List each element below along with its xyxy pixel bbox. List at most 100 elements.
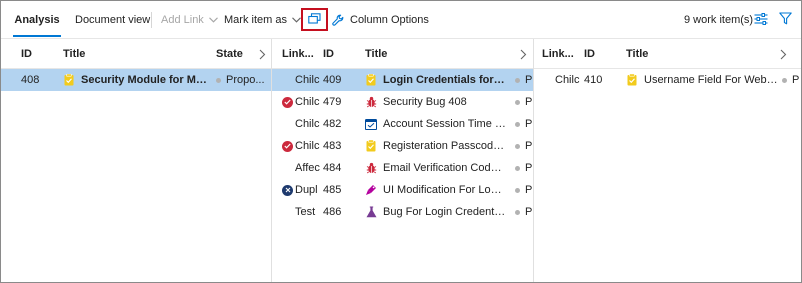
link-type-text: Test — [295, 206, 316, 218]
link-type: Chilc — [282, 69, 322, 91]
state-dot — [515, 209, 520, 215]
work-item-title[interactable]: Email Verification Code Mo... — [365, 157, 507, 179]
work-item-title[interactable]: Security Bug 408 — [365, 91, 507, 113]
parent-items-pane: ID Title State 408 Security Module for M… — [1, 39, 272, 282]
work-item-title[interactable]: Username Field For Website... — [626, 69, 778, 91]
red-check-icon — [282, 140, 293, 152]
column-header-id[interactable]: ID — [323, 39, 353, 69]
link-type: Chilc — [555, 74, 580, 86]
blue-x-icon — [282, 184, 293, 196]
badge-spacer — [282, 119, 293, 130]
pane-header: Link... ID Title — [534, 39, 801, 69]
table-row[interactable]: Test 486 Bug For Login Credentials Pr — [272, 201, 533, 223]
view-settings-button[interactable] — [753, 12, 769, 28]
bug-icon — [365, 162, 377, 174]
link-type-text: Dupl — [295, 184, 318, 196]
work-item-title-text: Login Credentials for Web... — [383, 74, 507, 86]
tab-document-view[interactable]: Document view — [75, 1, 150, 39]
state-dot — [515, 99, 520, 105]
active-tab-indicator — [13, 35, 61, 37]
state-dot — [216, 77, 221, 83]
work-item-state: P — [782, 69, 801, 91]
column-header-title[interactable]: Title — [63, 39, 183, 69]
work-item-state: Pr — [515, 201, 533, 223]
pane-header: ID Title State — [1, 39, 271, 69]
column-header-state[interactable]: State — [216, 39, 256, 69]
child-items-pane: Link... ID Title Chilc 410 Username Fiel… — [534, 39, 801, 282]
requirement-icon — [365, 140, 377, 152]
work-item-title-text: Security Module for MR4D... — [81, 74, 209, 86]
table-row[interactable]: Chilc 483 Registeration Passcode Mo... P… — [272, 135, 533, 157]
work-item-id: 482 — [323, 118, 342, 130]
link-type: Chilc — [282, 135, 322, 157]
table-row[interactable]: Chilc 479 Security Bug 408 Pr — [272, 91, 533, 113]
work-item-title[interactable]: UI Modification For Login P... — [365, 179, 507, 201]
tab-analysis-label: Analysis — [14, 14, 60, 26]
work-item-count: 9 work item(s) — [684, 1, 753, 39]
open-in-new-window-button[interactable] — [301, 8, 328, 31]
work-item-title[interactable]: Account Session Time Out — [365, 113, 507, 135]
chevron-down-icon — [208, 14, 218, 26]
work-item-id: 486 — [323, 206, 342, 218]
tab-document-view-label: Document view — [75, 14, 151, 26]
chevron-right-icon[interactable] — [257, 47, 267, 61]
work-item-state-text: P — [792, 74, 800, 86]
state-dot — [782, 77, 787, 83]
work-item-id: 485 — [323, 184, 342, 196]
column-header-title[interactable]: Title — [365, 39, 485, 69]
test-flask-icon — [365, 206, 377, 218]
work-item-title[interactable]: Registeration Passcode Mo... — [365, 135, 507, 157]
mark-item-as-button[interactable]: Mark item as — [224, 1, 301, 39]
table-row[interactable]: Chilc 410 Username Field For Website... … — [534, 69, 801, 91]
work-item-state-text: Pr — [525, 140, 533, 152]
chevron-down-icon — [292, 14, 301, 26]
chevron-right-icon[interactable] — [778, 47, 788, 61]
chevron-right-icon[interactable] — [518, 47, 528, 61]
state-dot — [515, 121, 520, 127]
column-header-link-type[interactable]: Link... — [282, 39, 316, 69]
work-item-title[interactable]: Bug For Login Credentials — [365, 201, 507, 223]
badge-spacer — [282, 163, 293, 174]
state-dot — [515, 143, 520, 149]
column-header-id[interactable]: ID — [21, 39, 51, 69]
work-item-state-text: Pr — [525, 184, 533, 196]
pane-header: Link... ID Title — [272, 39, 533, 69]
column-header-title[interactable]: Title — [626, 39, 746, 69]
link-type: Test — [282, 201, 322, 223]
work-item-id: 484 — [323, 162, 342, 174]
work-item-id: 408 — [21, 74, 40, 86]
table-row[interactable]: Affec 484 Email Verification Code Mo... … — [272, 157, 533, 179]
link-type-text: Chilc — [295, 118, 320, 130]
work-item-title-text: UI Modification For Login P... — [383, 184, 507, 196]
work-item-state-text: Pr — [525, 96, 533, 108]
work-item-state: Propo... — [216, 69, 270, 91]
red-check-icon — [282, 96, 293, 108]
work-item-id: 479 — [323, 96, 342, 108]
link-type-text: Chilc — [295, 96, 320, 108]
add-link-button[interactable]: Add Link — [161, 1, 218, 39]
column-header-link-type[interactable]: Link... — [542, 39, 576, 69]
work-item-state: Pr — [515, 113, 533, 135]
link-type: Dupl — [282, 179, 322, 201]
work-item-title[interactable]: Login Credentials for Web... — [365, 69, 507, 91]
work-item-id: 410 — [584, 74, 603, 86]
link-type-text: Affec — [295, 162, 320, 174]
link-type-text: Chilc — [295, 74, 320, 86]
column-header-id[interactable]: ID — [584, 39, 614, 69]
work-item-id: 409 — [323, 74, 342, 86]
work-item-title[interactable]: Security Module for MR4D... — [63, 69, 209, 91]
table-row[interactable]: Chilc 482 Account Session Time Out Pr — [272, 113, 533, 135]
table-row[interactable]: Chilc 409 Login Credentials for Web... P… — [272, 69, 533, 91]
work-item-id: 483 — [323, 140, 342, 152]
badge-spacer — [282, 207, 293, 218]
work-item-state: Pr — [515, 179, 533, 201]
work-item-state: Pr — [515, 157, 533, 179]
tab-analysis[interactable]: Analysis — [13, 1, 61, 39]
table-row[interactable]: Dupl 485 UI Modification For Login P... … — [272, 179, 533, 201]
feature-icon — [365, 184, 377, 196]
sliders-icon — [754, 12, 768, 28]
column-options-button[interactable]: Column Options — [332, 1, 429, 39]
toolbar-divider — [151, 12, 152, 28]
table-row[interactable]: 408 Security Module for MR4D... Propo... — [1, 69, 271, 91]
filter-button[interactable] — [777, 12, 793, 28]
